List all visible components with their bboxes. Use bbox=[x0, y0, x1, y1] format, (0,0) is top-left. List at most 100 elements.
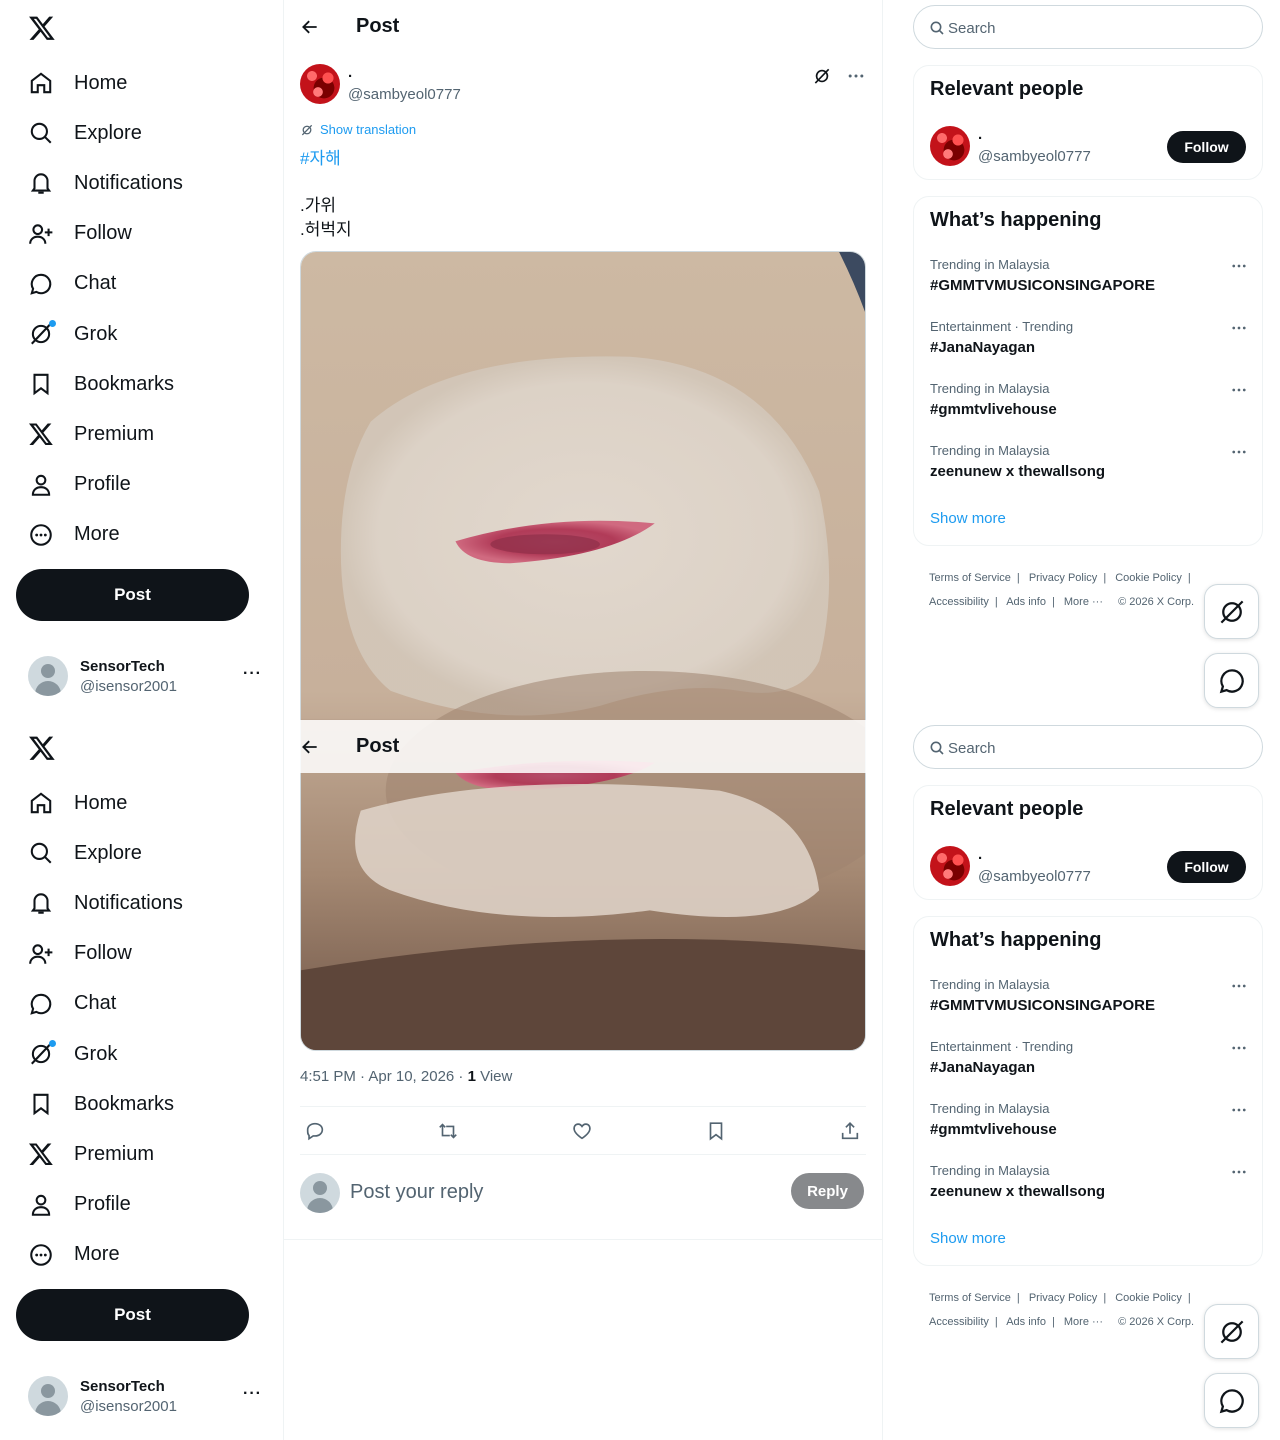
follow-button[interactable]: Follow bbox=[1167, 851, 1246, 883]
more-dots-icon[interactable]: ··· bbox=[243, 1385, 262, 1403]
person-avatar[interactable] bbox=[930, 126, 970, 166]
show-more-link[interactable]: Show more bbox=[930, 510, 1006, 527]
search-input[interactable] bbox=[948, 16, 1248, 40]
nav-item-follow[interactable]: Follow bbox=[16, 929, 266, 979]
person-avatar[interactable] bbox=[930, 846, 970, 886]
trend-item[interactable]: Entertainment · Trending #JanaNayagan bbox=[930, 319, 1248, 369]
x-logo-icon[interactable] bbox=[28, 734, 56, 762]
share-icon[interactable] bbox=[839, 1120, 861, 1142]
nav-item-bookmarks[interactable]: Bookmarks bbox=[16, 1079, 266, 1129]
privacy-link[interactable]: Privacy Policy bbox=[1029, 572, 1097, 584]
person-handle[interactable]: @sambyeol0777 bbox=[978, 868, 1091, 885]
search-input[interactable] bbox=[948, 736, 1248, 760]
post-button[interactable]: Post bbox=[16, 1289, 249, 1341]
more-dots-icon[interactable] bbox=[1230, 443, 1248, 461]
terms-link[interactable]: Terms of Service bbox=[929, 572, 1011, 584]
nav-item-explore[interactable]: Explore bbox=[16, 108, 266, 158]
back-arrow-icon[interactable] bbox=[300, 737, 320, 757]
ads-info-link[interactable]: Ads info bbox=[1006, 596, 1046, 608]
privacy-link[interactable]: Privacy Policy bbox=[1029, 1292, 1097, 1304]
nav-item-home[interactable]: Home bbox=[16, 58, 266, 108]
x-logo-icon[interactable] bbox=[28, 14, 56, 42]
nav-item-chat[interactable]: Chat bbox=[16, 979, 266, 1029]
reply-input[interactable] bbox=[350, 1177, 770, 1207]
post-action-bar bbox=[300, 1106, 866, 1155]
more-dots-icon[interactable] bbox=[1230, 381, 1248, 399]
nav-item-more[interactable]: More bbox=[16, 510, 266, 560]
trend-item[interactable]: Trending in Malaysia #gmmtvlivehouse bbox=[930, 1101, 1248, 1151]
cookie-link[interactable]: Cookie Policy bbox=[1115, 572, 1182, 584]
nav-item-premium[interactable]: Premium bbox=[16, 409, 266, 459]
more-dots-icon[interactable] bbox=[1230, 257, 1248, 275]
nav-item-follow[interactable]: Follow bbox=[16, 209, 266, 259]
trend-item[interactable]: Trending in Malaysia zeenunew x thewalls… bbox=[930, 1163, 1248, 1213]
more-dots-icon[interactable] bbox=[1230, 1101, 1248, 1119]
nav-item-explore[interactable]: Explore bbox=[16, 828, 266, 878]
post-button[interactable]: Post bbox=[16, 569, 249, 621]
nav-item-grok[interactable]: Grok bbox=[16, 309, 266, 359]
nav-item-notifications[interactable]: Notifications bbox=[16, 158, 266, 208]
person-name[interactable]: . bbox=[978, 126, 982, 143]
more-dots-icon[interactable] bbox=[1230, 319, 1248, 337]
account-switcher[interactable]: SensorTech @isensor2001 ··· bbox=[28, 1375, 268, 1417]
chat-float-button[interactable] bbox=[1204, 653, 1259, 708]
person-name[interactable]: . bbox=[978, 846, 982, 863]
timestamp-text[interactable]: 4:51 PM · Apr 10, 2026 · bbox=[300, 1068, 468, 1085]
chat-float-button[interactable] bbox=[1204, 1373, 1259, 1428]
more-link[interactable]: More ··· bbox=[1064, 1316, 1103, 1328]
more-dots-icon[interactable]: ··· bbox=[243, 665, 262, 683]
more-dots-icon[interactable] bbox=[846, 66, 866, 86]
more-dots-icon[interactable] bbox=[1230, 1039, 1248, 1057]
grok-float-button[interactable] bbox=[1204, 1304, 1259, 1359]
avatar bbox=[28, 1376, 68, 1416]
whats-happening-card: What’s happening Trending in Malaysia #G… bbox=[913, 916, 1263, 1266]
trend-item[interactable]: Trending in Malaysia #GMMTVMUSICONSINGAP… bbox=[930, 257, 1248, 307]
grok-icon[interactable] bbox=[812, 66, 832, 86]
post-image[interactable] bbox=[300, 251, 866, 1051]
search-box[interactable] bbox=[913, 5, 1263, 49]
author-handle[interactable]: @sambyeol0777 bbox=[348, 86, 461, 103]
trend-meta: Trending in Malaysia bbox=[930, 1101, 1050, 1116]
like-heart-icon[interactable] bbox=[571, 1120, 593, 1142]
more-dots-icon[interactable] bbox=[1230, 977, 1248, 995]
show-more-link[interactable]: Show more bbox=[930, 1230, 1006, 1247]
reply-icon[interactable] bbox=[304, 1120, 326, 1142]
more-link[interactable]: More ··· bbox=[1064, 596, 1103, 608]
person-icon bbox=[28, 472, 54, 498]
post-hashtag[interactable]: #자해 bbox=[300, 144, 341, 169]
accessibility-link[interactable]: Accessibility bbox=[929, 596, 989, 608]
trend-item[interactable]: Trending in Malaysia #gmmtvlivehouse bbox=[930, 381, 1248, 431]
trend-item[interactable]: Trending in Malaysia #GMMTVMUSICONSINGAP… bbox=[930, 977, 1248, 1027]
nav-item-home[interactable]: Home bbox=[16, 778, 266, 828]
nav-label: More bbox=[74, 523, 120, 546]
nav-item-chat[interactable]: Chat bbox=[16, 259, 266, 309]
nav-item-grok[interactable]: Grok bbox=[16, 1029, 266, 1079]
trend-name: #GMMTVMUSICONSINGAPORE bbox=[930, 997, 1156, 1014]
accessibility-link[interactable]: Accessibility bbox=[929, 1316, 989, 1328]
nav-item-premium[interactable]: Premium bbox=[16, 1129, 266, 1179]
grok-float-button[interactable] bbox=[1204, 584, 1259, 639]
show-translation-link[interactable]: Show translation bbox=[300, 122, 416, 137]
nav-item-profile[interactable]: Profile bbox=[16, 1180, 266, 1230]
person-handle[interactable]: @sambyeol0777 bbox=[978, 148, 1091, 165]
bookmark-icon[interactable] bbox=[705, 1120, 727, 1142]
cookie-link[interactable]: Cookie Policy bbox=[1115, 1292, 1182, 1304]
reply-button[interactable]: Reply bbox=[791, 1173, 864, 1209]
trend-item[interactable]: Entertainment · Trending #JanaNayagan bbox=[930, 1039, 1248, 1089]
author-name[interactable]: . bbox=[348, 64, 352, 81]
nav-item-profile[interactable]: Profile bbox=[16, 460, 266, 510]
nav-item-bookmarks[interactable]: Bookmarks bbox=[16, 359, 266, 409]
ads-info-link[interactable]: Ads info bbox=[1006, 1316, 1046, 1328]
author-avatar[interactable] bbox=[300, 64, 340, 104]
repost-icon[interactable] bbox=[437, 1120, 459, 1142]
more-dots-icon[interactable] bbox=[1230, 1163, 1248, 1181]
terms-link[interactable]: Terms of Service bbox=[929, 1292, 1011, 1304]
follow-button[interactable]: Follow bbox=[1167, 131, 1246, 163]
search-box[interactable] bbox=[913, 725, 1263, 769]
search-icon bbox=[28, 840, 54, 866]
account-switcher[interactable]: SensorTech @isensor2001 ··· bbox=[28, 655, 268, 697]
nav-item-notifications[interactable]: Notifications bbox=[16, 878, 266, 928]
nav-item-more[interactable]: More bbox=[16, 1230, 266, 1280]
trend-item[interactable]: Trending in Malaysia zeenunew x thewalls… bbox=[930, 443, 1248, 493]
back-arrow-icon[interactable] bbox=[300, 17, 320, 37]
